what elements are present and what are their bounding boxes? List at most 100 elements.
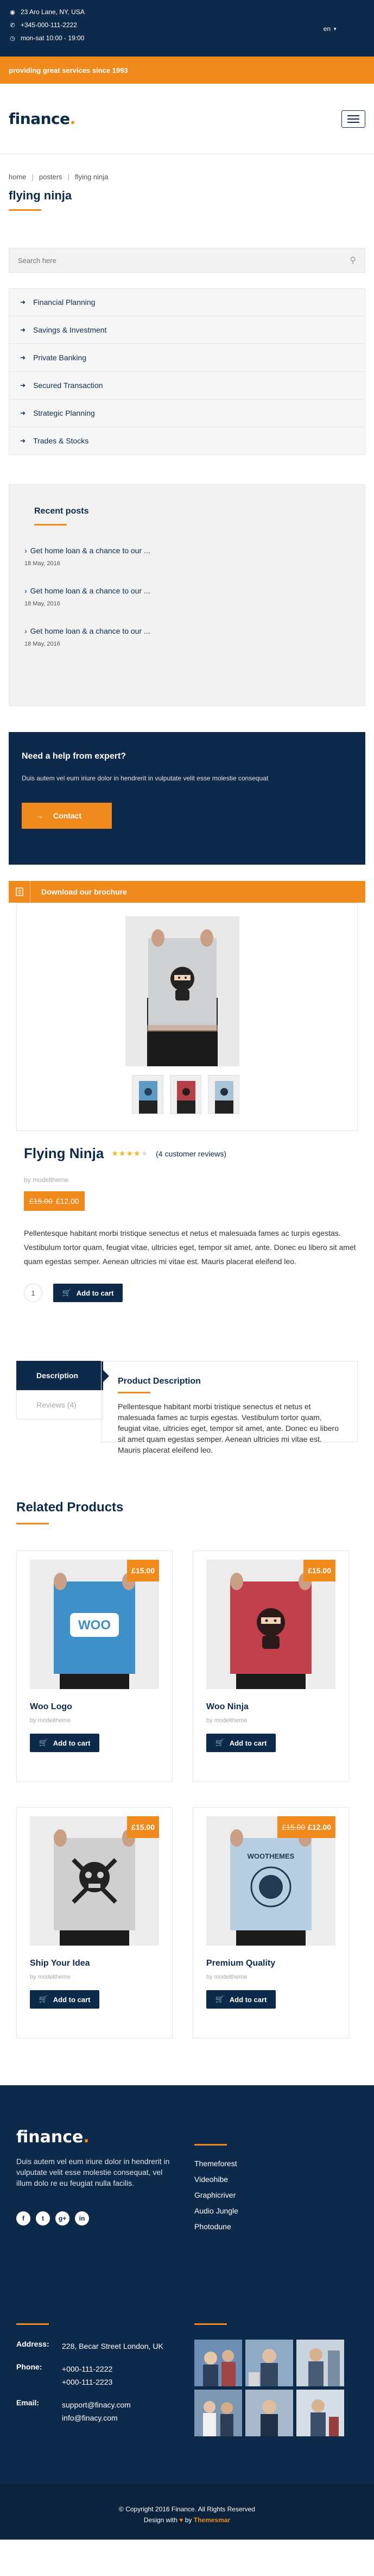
gallery-photo[interactable] [296, 2390, 344, 2436]
search-input[interactable] [18, 256, 289, 265]
twitter-icon[interactable]: t [36, 2211, 50, 2225]
language-selector[interactable]: en ▼ [324, 25, 337, 33]
page-title: flying ninja [9, 189, 72, 202]
footer-link[interactable]: Photodune [194, 2219, 238, 2235]
email-value[interactable]: info@finacy.com [62, 2411, 131, 2424]
category-label[interactable]: Strategic Planning [33, 409, 95, 417]
language-label[interactable]: en [324, 25, 331, 33]
gallery-photo[interactable] [194, 2340, 242, 2386]
category-label[interactable]: Trades & Stocks [33, 436, 88, 445]
add-to-cart-button[interactable]: 🛒 Add to cart [30, 1990, 99, 2009]
category-label[interactable]: Secured Transaction [33, 381, 103, 390]
add-to-cart-button[interactable]: 🛒 Add to cart [206, 1734, 276, 1752]
breadcrumb-posters[interactable]: posters [39, 173, 62, 181]
recent-post-title[interactable]: Get home loan & a chance to our ... [30, 546, 150, 555]
tab-panel-description: Product Description Pellentesque habitan… [101, 1361, 358, 1454]
download-brochure-button[interactable]: Download our brochure [9, 881, 365, 903]
add-to-cart-label[interactable]: Add to cart [230, 1739, 267, 1747]
add-to-cart-label[interactable]: Add to cart [53, 1996, 91, 2004]
category-label[interactable]: Savings & Investment [33, 326, 106, 334]
recent-post-item[interactable]: › Get home loan & a chance to our ... 18 … [24, 546, 350, 567]
add-to-cart-button[interactable]: 🛒 Add to cart [206, 1990, 276, 2009]
breadcrumb-home[interactable]: home [9, 173, 27, 181]
recent-post-title[interactable]: Get home loan & a chance to our ... [30, 627, 150, 635]
price-badge: £15.00 [303, 1560, 335, 1581]
footer-link[interactable]: Graphicriver [194, 2187, 238, 2203]
brochure-label[interactable]: Download our brochure [41, 887, 127, 896]
facebook-icon[interactable]: f [16, 2211, 30, 2225]
category-item[interactable]: ➜ Trades & Stocks [9, 427, 365, 455]
topbar-phone[interactable]: ✆ +345-000-111-2222 [9, 18, 365, 32]
breadcrumb-separator: | [31, 173, 34, 181]
contact-button-label[interactable]: Contact [53, 811, 81, 820]
add-to-cart-label[interactable]: Add to cart [77, 1289, 114, 1297]
product-card-author[interactable]: by modeltheme [206, 1974, 247, 1980]
email-value[interactable]: support@finacy.com [62, 2398, 131, 2411]
logo-text[interactable]: finance [9, 110, 70, 128]
product-thumbnail[interactable] [170, 1075, 201, 1114]
product-card-name[interactable]: Premium Quality [206, 1959, 275, 1968]
search-icon[interactable]: ⚲ [350, 255, 356, 266]
category-item[interactable]: ➜ Private Banking [9, 344, 365, 372]
social-links: f t g+ in [16, 2211, 89, 2225]
product-card[interactable]: WOO £15.00 Woo Logo by modeltheme 🛒 Add t… [16, 1550, 173, 1782]
category-label[interactable]: Private Banking [33, 353, 86, 362]
footer-logo-text[interactable]: finance [16, 2128, 83, 2147]
gallery-photo[interactable] [245, 2340, 293, 2386]
product-author[interactable]: by modeltheme [24, 1176, 374, 1184]
product-card-name[interactable]: Woo Ninja [206, 1702, 249, 1712]
product-card[interactable]: £15.00 Ship Your Idea by modeltheme 🛒 Add… [16, 1807, 173, 2039]
tab-reviews[interactable]: Reviews (4) [16, 1390, 103, 1420]
google-plus-icon[interactable]: g+ [55, 2211, 69, 2225]
customer-reviews-link[interactable]: (4 customer reviews) [156, 1149, 226, 1158]
add-to-cart-row: 1 🛒 Add to cart [24, 1284, 374, 1302]
add-to-cart-label[interactable]: Add to cart [230, 1996, 267, 2004]
product-main-image[interactable] [125, 916, 239, 1066]
add-to-cart-button[interactable]: 🛒 Add to cart [53, 1284, 123, 1302]
product-thumbnail[interactable] [132, 1075, 163, 1114]
recent-post-item[interactable]: › Get home loan & a chance to our ... 18 … [24, 627, 350, 647]
tab-description[interactable]: Description [16, 1361, 109, 1390]
category-item[interactable]: ➜ Savings & Investment [9, 316, 365, 344]
breadcrumb-separator: | [67, 173, 69, 181]
footer-logo[interactable]: finance. [16, 2128, 90, 2147]
phone-icon: ✆ [10, 22, 15, 29]
product-card-author[interactable]: by modeltheme [30, 1717, 71, 1724]
footer-link[interactable]: Audio Jungle [194, 2203, 238, 2219]
category-label[interactable]: Financial Planning [33, 298, 95, 307]
product-card[interactable]: £15.00 Woo Ninja by modeltheme 🛒 Add to c… [193, 1550, 349, 1782]
product-card-author[interactable]: by modeltheme [30, 1974, 71, 1980]
recent-post-date: 18 May, 2016 [24, 560, 60, 567]
product-card[interactable]: WOOTHEMES £15.00 £12.00 Premium Quality b… [193, 1807, 349, 2039]
recent-post-title[interactable]: Get home loan & a chance to our ... [30, 586, 150, 595]
product-card-name[interactable]: Woo Logo [30, 1702, 72, 1712]
phone-value[interactable]: +000-111-2223 [62, 2375, 112, 2389]
product-card-name[interactable]: Ship Your Idea [30, 1959, 90, 1968]
credit-author-link[interactable]: Themesmar [194, 2516, 230, 2524]
category-item[interactable]: ➜ Secured Transaction [9, 372, 365, 399]
phone-value[interactable]: +000-111-2222 [62, 2362, 112, 2375]
product-short-description: Pellentesque habitant morbi tristique se… [24, 1229, 356, 1266]
price: £15.00 [131, 1823, 155, 1831]
add-to-cart-button[interactable]: 🛒 Add to cart [30, 1734, 99, 1752]
product-card-author[interactable]: by modeltheme [206, 1717, 247, 1724]
cart-icon: 🛒 [39, 1739, 48, 1747]
footer-link[interactable]: Themeforest [194, 2156, 238, 2172]
hamburger-icon[interactable] [341, 110, 365, 128]
quantity-stepper[interactable]: 1 [24, 1284, 42, 1302]
product-price-badge: £15.00 £12.00 [24, 1191, 85, 1211]
linkedin-icon[interactable]: in [75, 2211, 89, 2225]
gallery-photo[interactable] [296, 2340, 344, 2386]
category-item[interactable]: ➜ Financial Planning [9, 289, 365, 316]
cart-icon: 🛒 [215, 1739, 224, 1747]
add-to-cart-label[interactable]: Add to cart [53, 1739, 91, 1747]
recent-post-item[interactable]: › Get home loan & a chance to our ... 18 … [24, 586, 350, 607]
site-logo[interactable]: finance. [9, 110, 75, 128]
gallery-photo[interactable] [194, 2390, 242, 2436]
category-item[interactable]: ➜ Strategic Planning [9, 399, 365, 427]
gallery-photo[interactable] [245, 2390, 293, 2436]
contact-button[interactable]: → Contact [22, 803, 112, 829]
product-thumbnail[interactable] [208, 1075, 239, 1114]
phone-text[interactable]: +345-000-111-2222 [21, 21, 77, 29]
footer-link[interactable]: Videohibe [194, 2172, 238, 2187]
